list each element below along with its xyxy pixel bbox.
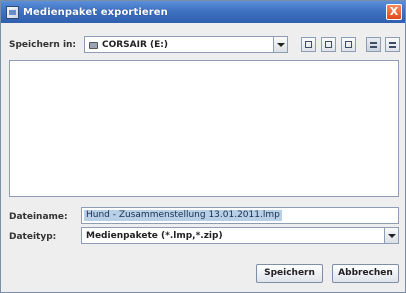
look-in-value-wrap: CORSAIR (E:) [89, 40, 168, 50]
home-icon [325, 41, 332, 48]
look-in-value: CORSAIR (E:) [102, 40, 169, 50]
up-folder-button[interactable] [301, 37, 316, 52]
look-in-label: Speichern in: [9, 40, 77, 50]
file-name-label: Dateiname: [9, 212, 68, 222]
file-name-input[interactable]: Hund - Zusammenstellung 13.01.2011.lmp [81, 207, 399, 224]
save-button[interactable]: Speichern [256, 264, 323, 283]
details-view-button[interactable] [385, 37, 400, 52]
cancel-button[interactable]: Abbrechen [332, 264, 399, 283]
file-list[interactable] [9, 60, 399, 197]
file-type-label: Dateityp: [9, 232, 57, 242]
look-in-dropdown[interactable]: CORSAIR (E:) [84, 36, 288, 53]
list-view-icon [370, 41, 377, 48]
list-view-button[interactable] [366, 37, 381, 52]
file-name-value: Hund - Zusammenstellung 13.01.2011.lmp [84, 210, 282, 221]
file-type-value: Medienpakete (*.lmp,*.zip) [86, 231, 223, 241]
up-folder-icon [305, 41, 312, 48]
details-view-icon [389, 41, 396, 48]
home-button[interactable] [321, 37, 336, 52]
new-folder-icon [345, 41, 352, 48]
chevron-down-icon[interactable] [384, 228, 398, 243]
app-icon [6, 5, 19, 19]
file-type-dropdown[interactable]: Medienpakete (*.lmp,*.zip) [81, 227, 399, 244]
close-button[interactable]: X [386, 4, 402, 20]
export-dialog: Medienpaket exportieren X Speichern in: … [0, 0, 406, 293]
title-bar[interactable]: Medienpaket exportieren X [1, 1, 405, 23]
window-title: Medienpaket exportieren [23, 6, 168, 18]
chevron-down-icon[interactable] [273, 37, 287, 52]
drive-icon [89, 41, 98, 49]
new-folder-button[interactable] [341, 37, 356, 52]
